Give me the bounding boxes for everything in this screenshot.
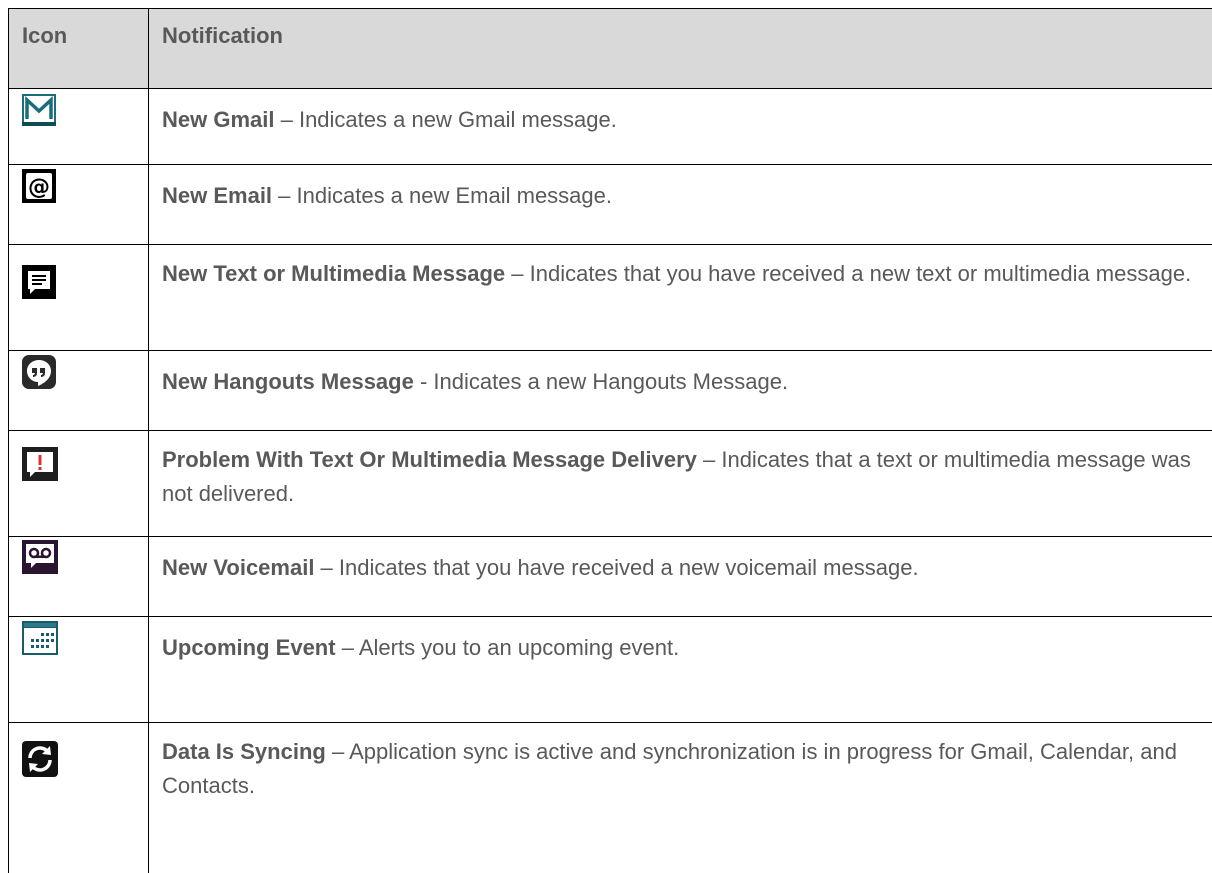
column-divider [148,8,149,873]
message-error-icon [22,447,58,481]
notification-detail: Indicates that you have received a new v… [338,555,919,580]
table-row: New Text or Multimedia Message – Indicat… [9,245,1212,351]
separator: – [272,183,297,208]
table-row: Problem With Text Or Multimedia Message … [9,431,1212,537]
table-row: Data Is Syncing – Application sync is ac… [9,723,1212,873]
notification-title: New Email [162,183,273,208]
table-row: New Voicemail – Indicates that you have … [9,537,1212,617]
notification-title: Problem With Text Or Multimedia Message … [162,447,697,472]
notification-description: New Voicemail – Indicates that you have … [162,551,1202,585]
notification-title: Data Is Syncing [162,739,326,764]
separator: – [335,635,359,660]
separator: – [274,107,299,132]
notification-description: Upcoming Event – Alerts you to an upcomi… [162,631,1202,665]
notification-detail: Indicates a new Hangouts Message. [433,369,789,394]
notification-detail: Indicates that you have received a new t… [529,261,1192,286]
notification-detail: Alerts you to an upcoming event. [358,635,680,660]
notification-description: Problem With Text Or Multimedia Message … [162,443,1202,511]
notification-description: New Email – Indicates a new Email messag… [162,179,1202,213]
separator: – [325,739,350,764]
text-message-icon [22,265,56,299]
notification-title: New Hangouts Message [162,369,414,394]
header-notification-column: Notification [162,23,283,48]
notification-title: Upcoming Event [162,635,336,660]
table-row: Upcoming Event – Alerts you to an upcomi… [9,617,1212,723]
notification-title: New Gmail [162,107,275,132]
notification-title: New Voicemail [162,555,315,580]
notification-description: Data Is Syncing – Application sync is ac… [162,735,1202,803]
email-at-icon: @ [22,169,56,203]
gmail-icon [22,94,56,128]
svg-text:@: @ [28,175,50,200]
notification-title: New Text or Multimedia Message [162,261,506,286]
separator: – [696,447,722,472]
table-header: Icon Notification [9,8,1212,89]
table-row: New Gmail – Indicates a new Gmail messag… [9,89,1212,165]
separator: – [314,555,339,580]
sync-icon [22,741,58,777]
voicemail-icon [22,540,58,574]
hangouts-icon [22,355,56,389]
separator: - [413,369,434,394]
separator: – [505,261,530,286]
notification-detail: Indicates a new Email message. [296,183,613,208]
notification-description: New Gmail – Indicates a new Gmail messag… [162,103,1202,137]
notification-description: New Hangouts Message - Indicates a new H… [162,365,1202,399]
notification-icons-table: Icon Notification New Gmail – Indicates … [8,8,1212,873]
header-icon-column: Icon [22,23,68,48]
notification-description: New Text or Multimedia Message – Indicat… [162,257,1202,291]
calendar-icon [22,621,58,655]
notification-detail: Indicates a new Gmail message. [298,107,617,132]
table-row: @ New Email – Indicates a new Email mess… [9,165,1212,245]
table-row: New Hangouts Message - Indicates a new H… [9,351,1212,431]
